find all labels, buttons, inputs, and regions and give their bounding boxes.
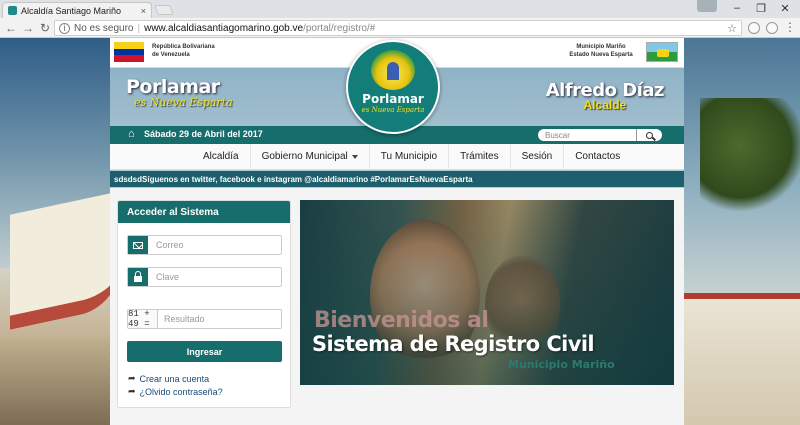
new-tab-button[interactable] <box>154 5 174 15</box>
captcha-expression: 81 + 49 = <box>128 309 158 329</box>
municipality-label: Municipio Mariño Estado Nueva Esparta <box>569 44 633 58</box>
brand-subtitle: es Nueva Esparta <box>134 96 233 109</box>
cathedral-emblem-icon <box>371 50 415 90</box>
seal-subtitle: es Nueva Esparta <box>361 106 425 114</box>
url-domain: www.alcaldiasantiagomarino.gob.ve <box>144 22 304 34</box>
search-input[interactable]: Buscar <box>545 131 570 140</box>
nav-item-gobierno-municipal[interactable]: Gobierno Municipal <box>251 143 370 170</box>
separator: | <box>137 22 141 34</box>
email-input[interactable] <box>148 236 281 254</box>
brand-title: Porlamar <box>126 76 220 98</box>
chevron-down-icon <box>351 154 358 159</box>
hero-subtitle: Municipio Mariño <box>508 358 615 371</box>
page-viewport: República Bolivariana de Venezuela Munic… <box>0 38 800 425</box>
url-path: /portal/registro/# <box>303 22 376 34</box>
extension-icon[interactable] <box>748 22 760 34</box>
hero-welcome: Bienvenidos al <box>314 308 489 333</box>
background-boat <box>10 191 120 330</box>
share-arrow-icon: ➦ <box>128 373 136 383</box>
tab-title: Alcaldía Santiago Mariño <box>21 5 122 16</box>
window-close-icon[interactable]: ✕ <box>770 0 800 16</box>
login-title: Acceder al Sistema <box>118 201 290 223</box>
nav-item-alcaldia[interactable]: Alcaldía <box>192 143 251 170</box>
hero-overlay <box>300 200 674 385</box>
email-field[interactable] <box>127 235 282 255</box>
browser-tab[interactable]: Alcaldía Santiago Mariño × <box>2 2 152 18</box>
main-nav: Alcaldía Gobierno Municipal Tu Municipio… <box>110 143 684 170</box>
nav-item-contactos[interactable]: Contactos <box>564 144 631 170</box>
search-button[interactable] <box>636 129 662 141</box>
mayor-block: Alfredo Díaz Alcalde <box>546 80 665 112</box>
back-icon[interactable]: ← <box>3 20 19 36</box>
nav-item-tramites[interactable]: Trámites <box>449 143 511 170</box>
tab-close-icon[interactable]: × <box>141 6 146 16</box>
nav-item-tu-municipio[interactable]: Tu Municipio <box>370 143 450 170</box>
profile-icon[interactable] <box>697 0 717 12</box>
venezuela-flag-icon <box>114 42 144 62</box>
hero-banner: Bienvenidos al Sistema de Registro Civil… <box>300 200 674 385</box>
share-arrow-icon: ➦ <box>128 386 136 396</box>
municipality-flag-icon <box>646 42 678 62</box>
search-box[interactable]: Buscar <box>538 129 662 141</box>
current-date: Sábado 29 de Abril del 2017 <box>144 129 263 139</box>
favicon-icon <box>8 6 17 15</box>
forward-icon[interactable]: → <box>20 20 36 36</box>
extension-icon[interactable] <box>766 22 778 34</box>
captcha-field[interactable]: 81 + 49 = <box>127 309 282 329</box>
background-beach <box>0 338 110 425</box>
bookmark-star-icon[interactable]: ☆ <box>727 22 737 35</box>
nav-item-sesion[interactable]: Sesión <box>511 143 565 170</box>
security-label: No es seguro <box>74 22 134 34</box>
hero-title: Sistema de Registro Civil <box>312 332 595 356</box>
reload-icon[interactable]: ↻ <box>37 20 53 36</box>
main-content: Acceder al Sistema 81 + 49 = Ingresar ➦ <box>110 188 684 425</box>
brand-logo[interactable]: Porlamar es Nueva Esparta <box>126 76 233 109</box>
background-boat-right <box>684 293 800 425</box>
envelope-icon <box>128 236 148 254</box>
background-tree <box>700 98 800 218</box>
municipality-seal[interactable]: Porlamar es Nueva Esparta <box>346 40 440 134</box>
login-button[interactable]: Ingresar <box>127 341 282 362</box>
browser-toolbar: ← → ↻ i No es seguro | www.alcaldiasanti… <box>0 18 800 38</box>
info-icon[interactable]: i <box>59 22 70 34</box>
seal-title: Porlamar <box>362 92 424 106</box>
site-container: República Bolivariana de Venezuela Munic… <box>110 38 684 425</box>
lock-icon <box>128 268 148 286</box>
news-ticker: sdsdsdSíguenos en twitter, facebook e in… <box>110 171 684 187</box>
forgot-password-link[interactable]: ➦ ¿Olvido contraseña? <box>128 386 223 397</box>
address-bar[interactable]: i No es seguro | www.alcaldiasantiagomar… <box>54 20 742 36</box>
home-icon[interactable]: ⌂ <box>128 129 139 140</box>
browser-menu-icon[interactable]: ⋮ <box>784 20 796 34</box>
search-icon <box>646 131 653 139</box>
captcha-input[interactable] <box>158 310 281 328</box>
login-panel: Acceder al Sistema 81 + 49 = Ingresar ➦ <box>117 200 291 408</box>
browser-tabstrip: Alcaldía Santiago Mariño × – ❐ ✕ <box>0 0 800 18</box>
government-label: República Bolivariana de Venezuela <box>152 44 215 58</box>
password-field[interactable] <box>127 267 282 287</box>
create-account-link[interactable]: ➦ Crear una cuenta <box>128 373 209 384</box>
password-input[interactable] <box>148 268 281 286</box>
